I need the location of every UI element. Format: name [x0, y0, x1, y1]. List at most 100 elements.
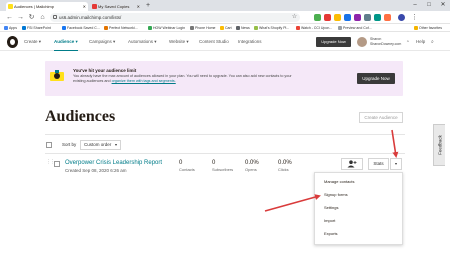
nav-integrations[interactable]: Integrations	[238, 33, 262, 51]
bookmark-item[interactable]: HOW Webinar Login	[148, 24, 185, 32]
home-icon[interactable]: ⌂	[38, 13, 47, 22]
close-tab-icon[interactable]: ✕	[83, 2, 86, 11]
banner-upgrade-button[interactable]: Upgrade Now	[357, 73, 395, 84]
bookmark-item[interactable]: FSI SharePoint	[22, 24, 51, 32]
forward-icon[interactable]: →	[16, 13, 25, 22]
row-menu-toggle[interactable]: ▾	[390, 158, 402, 170]
page-title: Audiences	[45, 108, 116, 125]
add-contacts-button[interactable]	[341, 158, 363, 170]
avatar[interactable]	[357, 37, 367, 47]
upgrade-now-button[interactable]: Upgrade Now	[316, 37, 351, 47]
back-icon[interactable]: ←	[5, 13, 14, 22]
bookmark-label: Facebook Saved C...	[67, 26, 100, 30]
star-icon[interactable]: ☆	[290, 13, 299, 22]
banner-text: You already have the max amount of audie…	[73, 74, 292, 83]
bookmark-item[interactable]: Cart	[220, 24, 232, 32]
browser-tab-saved-copies[interactable]: My Saved Copies ✕	[90, 2, 142, 11]
bookmark-label: FSI SharePoint	[27, 26, 51, 30]
bookmark-apps[interactable]: Apps	[4, 24, 17, 32]
extension-icon[interactable]	[334, 14, 341, 21]
menu-item-signup-forms[interactable]: Signup forms	[324, 192, 348, 198]
audience-created-date: Created Sep 08, 2020 6:26 am	[65, 168, 127, 173]
search-icon[interactable]: ⌕	[431, 38, 434, 46]
reload-icon[interactable]: ↻	[27, 13, 36, 22]
extension-icon[interactable]	[374, 14, 381, 21]
nav-website[interactable]: Website ▾	[169, 33, 189, 51]
audience-limit-banner: You've hit your audience limit You alrea…	[45, 61, 403, 96]
bookmark-item[interactable]: What's Shopify Pl...	[254, 24, 289, 32]
extension-icon[interactable]	[344, 14, 351, 21]
menu-item-manage-contacts[interactable]: Manage contacts	[324, 179, 354, 185]
bookmark-icon	[296, 26, 300, 30]
select-all-checkbox[interactable]	[46, 142, 52, 148]
bookmark-item[interactable]: Perfect Networki...	[104, 24, 138, 32]
sort-label: Sort by	[62, 142, 77, 147]
saved-copies-favicon-icon	[92, 4, 97, 9]
menu-item-exports[interactable]: Exports	[324, 231, 338, 237]
drag-handle-icon[interactable]: ⋮⋮	[46, 160, 55, 165]
bookmark-label: What's Shopify Pl...	[259, 26, 290, 30]
banner-body: You already have the max amount of audie…	[73, 74, 293, 83]
feedback-tab[interactable]: Feedback	[433, 124, 445, 166]
menu-item-settings[interactable]: Settings	[324, 205, 338, 211]
tab-title: Audiences | Mailchimp	[14, 4, 54, 9]
new-tab-icon[interactable]: +	[146, 1, 150, 10]
nav-content-studio[interactable]: Content Studio	[199, 33, 229, 51]
extension-icon[interactable]	[364, 14, 371, 21]
sort-select[interactable]: Custom order ▾	[80, 140, 121, 150]
bookmark-item[interactable]: Facebook Saved C...	[62, 24, 100, 32]
app-navigation: Create ▾ Audience ▾ Campaigns ▾ Automati…	[0, 33, 450, 51]
stats-button[interactable]: Stats	[368, 158, 389, 170]
extension-icon[interactable]	[354, 14, 361, 21]
stat-label: Opens	[245, 167, 257, 172]
audience-name-link[interactable]: Overpower Crisis Leadership Report	[65, 160, 162, 167]
extension-icon[interactable]	[324, 14, 331, 21]
chevron-down-icon: ▾	[114, 142, 117, 147]
other-bookmarks[interactable]: Other favorites	[414, 24, 442, 32]
close-window-icon[interactable]: ✕	[436, 0, 450, 11]
address-bar: ← → ↻ ⌂ us6.admin.mailchimp.com/lists/ ☆…	[0, 11, 450, 24]
extension-icon[interactable]	[384, 14, 391, 21]
bookmark-item[interactable]: Watch - CCI Upon...	[296, 24, 332, 32]
url-field[interactable]: us6.admin.mailchimp.com/lists/	[50, 13, 300, 22]
profile-icon[interactable]	[398, 14, 405, 21]
chevron-down-icon: ▾	[394, 161, 397, 166]
stat-value: 0.0%	[245, 160, 259, 166]
notifications-icon[interactable]: ◔	[406, 38, 409, 46]
stat-label: Subscribers	[212, 167, 234, 172]
url-text: us6.admin.mailchimp.com/lists/	[59, 15, 122, 20]
bookmark-item[interactable]: News	[236, 24, 250, 32]
help-link[interactable]: Help	[416, 33, 425, 51]
bookmark-label: Phone Home	[195, 26, 216, 30]
divider	[45, 134, 405, 135]
bookmark-label: HOW Webinar Login	[153, 26, 186, 30]
create-audience-button[interactable]: Create Audience	[359, 112, 403, 123]
bookmark-label: Other favorites	[419, 26, 442, 30]
nav-audience[interactable]: Audience ▾	[54, 33, 78, 51]
bookmark-icon	[104, 26, 108, 30]
more-menu-icon[interactable]: ⋮	[410, 13, 419, 22]
bookmark-label: Preview and Cof...	[343, 26, 372, 30]
minimize-icon[interactable]: –	[408, 0, 422, 11]
nav-automations[interactable]: Automations ▾	[128, 33, 157, 51]
browser-tab-audiences[interactable]: Audiences | Mailchimp ✕	[6, 2, 88, 11]
nav-create[interactable]: Create ▾	[24, 33, 41, 51]
bookmark-label: Watch - CCI Upon...	[301, 26, 333, 30]
extension-icon[interactable]	[314, 14, 321, 21]
nav-campaigns[interactable]: Campaigns ▾	[89, 33, 115, 51]
tab-title: My Saved Copies	[98, 4, 130, 9]
close-tab-icon[interactable]: ✕	[137, 2, 140, 11]
bookmark-icon	[236, 26, 240, 30]
bookmark-item[interactable]: Phone Home	[190, 24, 215, 32]
account-menu[interactable]: Sharon SharonDowney.com	[370, 37, 410, 46]
bookmark-label: Perfect Networki...	[109, 26, 138, 30]
mailchimp-logo-icon[interactable]	[7, 36, 18, 48]
banner-title: You've hit your audience limit	[73, 68, 137, 73]
bookmark-item[interactable]: Preview and Cof...	[338, 24, 372, 32]
tags-segments-link[interactable]: organize them with tags and segments.	[112, 79, 176, 83]
bookmark-icon	[148, 26, 152, 30]
maximize-icon[interactable]: □	[422, 0, 436, 11]
bookmark-icon	[220, 26, 224, 30]
row-checkbox[interactable]	[54, 161, 60, 167]
menu-item-import[interactable]: Import	[324, 218, 335, 224]
